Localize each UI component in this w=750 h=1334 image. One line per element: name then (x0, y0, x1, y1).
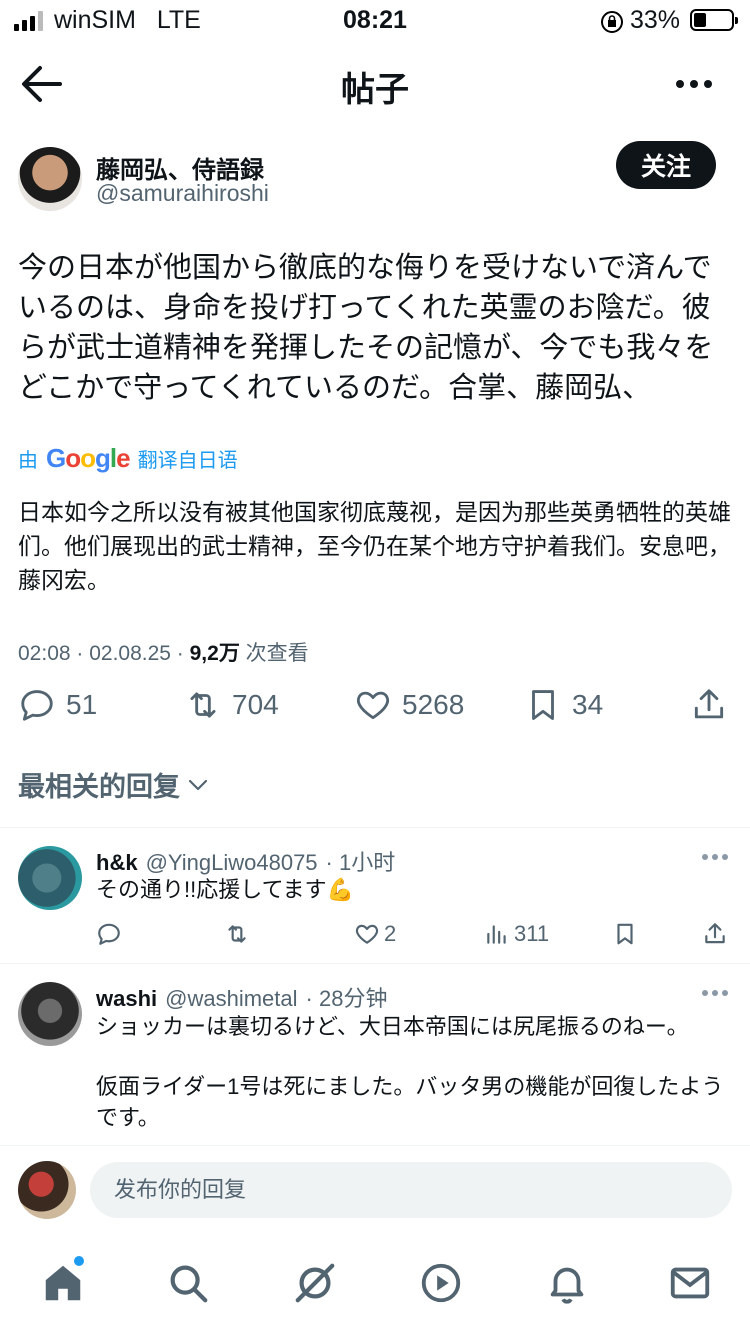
rotation-lock-icon (601, 11, 623, 33)
heart-icon (356, 691, 390, 720)
bookmark-button[interactable]: 34 (524, 686, 603, 724)
reply-text: その通り!!応援してます💪 (96, 877, 354, 902)
post-actions: 51 704 5268 34 (0, 686, 750, 736)
google-logo: Google (46, 443, 131, 473)
reply-share-button[interactable] (702, 921, 728, 947)
home-icon (45, 1265, 81, 1301)
reply-header: h&k @YingLiwo48075 · 1小时 (96, 845, 395, 877)
reply-text-paragraph-2: 仮面ライダー1号は死にました。バッタ男の機能が回復したようです。 (96, 1074, 724, 1130)
share-icon (705, 923, 725, 944)
reply-more-icon[interactable] (700, 852, 730, 862)
reply-header: washi @washimetal · 28分钟 (96, 981, 387, 1013)
reply-time: · 28分钟 (305, 986, 388, 1011)
status-bar: winSIM LTE 08:21 33% (0, 0, 750, 44)
bottom-tab-bar (0, 1245, 750, 1334)
reply-author-name[interactable]: washi (96, 986, 157, 1012)
current-user-avatar[interactable] (18, 1161, 76, 1219)
reply-like-button[interactable]: 2 (354, 921, 396, 947)
post-text: 今の日本が他国から徹底的な侮りを受けないで済んでいるのは、身命を投げ打ってくれた… (18, 252, 714, 404)
battery-percent: 33% (630, 6, 681, 34)
translation-prefix: 由 (18, 450, 38, 472)
tab-messages[interactable] (667, 1260, 713, 1306)
reply-author-handle[interactable]: @YingLiwo48075 (146, 850, 318, 876)
divider (0, 827, 750, 828)
reply-time: · 1小时 (325, 850, 396, 875)
reply-text-paragraph-1: ショッカーは裏切るけど、大日本帝国には尻尾振るのねー。 (96, 1014, 689, 1039)
reply-button[interactable]: 51 (18, 686, 97, 724)
reply-icon (98, 923, 120, 945)
share-button[interactable] (690, 686, 728, 724)
battery-icon (690, 9, 738, 31)
reply-repost-button[interactable] (224, 921, 250, 947)
bookmark-icon (617, 923, 633, 945)
repost-button[interactable]: 704 (184, 686, 279, 724)
like-button[interactable]: 5268 (354, 686, 464, 724)
repost-icon (228, 925, 246, 943)
play-icon (421, 1263, 461, 1303)
analytics-icon (487, 925, 506, 944)
view-count: 9,2万 (189, 642, 240, 665)
reply-author-name[interactable]: h&k (96, 850, 138, 876)
reply-avatar[interactable] (18, 982, 82, 1046)
tab-video[interactable] (418, 1260, 464, 1306)
divider (0, 963, 750, 964)
reply-author-handle[interactable]: @washimetal (165, 986, 297, 1012)
grok-icon (295, 1263, 335, 1303)
reply-views[interactable]: 311 (484, 921, 549, 947)
mail-icon (670, 1267, 710, 1299)
search-icon (170, 1265, 208, 1303)
translation-source-label: 翻译自日语 (137, 450, 238, 472)
author-avatar[interactable] (18, 147, 82, 211)
tab-search[interactable] (165, 1260, 211, 1306)
share-icon (694, 689, 724, 719)
author-handle[interactable]: @samuraihiroshi (96, 180, 269, 207)
reply-input[interactable] (90, 1162, 732, 1218)
tab-home[interactable] (40, 1260, 86, 1306)
new-content-dot (74, 1256, 84, 1266)
more-options-icon[interactable] (672, 70, 716, 98)
divider (0, 1145, 750, 1146)
tab-notifications[interactable] (544, 1260, 590, 1306)
translation-text: 日本如今之所以没有被其他国家彻底蔑视，是因为那些英勇牺牲的英雄们。他们展现出的武… (18, 499, 731, 593)
reply-bookmark-button[interactable] (612, 921, 638, 947)
tab-grok[interactable] (292, 1260, 338, 1306)
reply-icon (21, 690, 53, 721)
replies-sort-dropdown[interactable]: 最相关的回复 (18, 765, 210, 804)
page-title: 帖子 (341, 71, 409, 109)
chevron-down-icon (188, 779, 208, 790)
bell-icon (550, 1267, 584, 1304)
bookmark-icon (532, 690, 554, 720)
reply-more-icon[interactable] (700, 988, 730, 998)
translation-attribution[interactable]: 由 Google 翻译自日语 (18, 443, 238, 474)
post-meta: 02:08 · 02.08.25 · 9,2万 次查看 (18, 642, 309, 665)
repost-icon (190, 692, 216, 718)
reply-avatar[interactable] (18, 846, 82, 910)
heart-icon (355, 924, 379, 944)
follow-button[interactable]: 关注 (616, 141, 716, 189)
reply-reply-button[interactable] (96, 921, 122, 947)
